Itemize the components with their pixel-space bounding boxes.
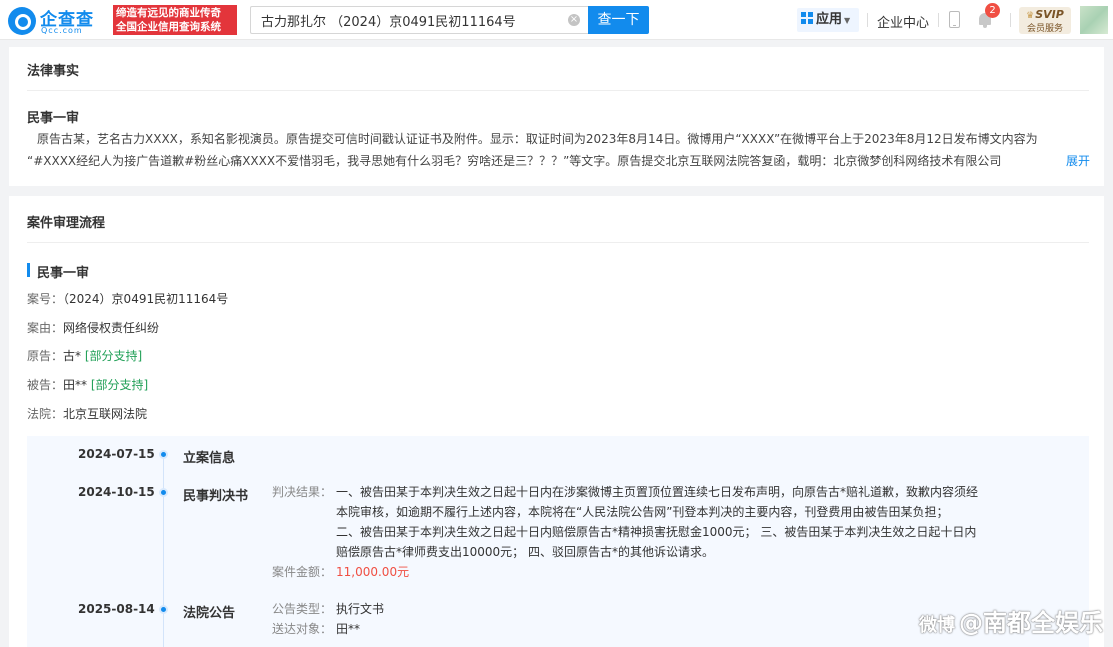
svip-membership-button[interactable]: ♛SVIP 会员服务 bbox=[1019, 7, 1071, 34]
case-amount-value: 11,000.00元 bbox=[336, 565, 410, 579]
judgment-detail: 判决结果： 一、被告田某于本判决生效之日起十日内在涉案微博主页置顶位置连续七日发… bbox=[272, 482, 1016, 582]
judgment-line: 二、被告田某于本判决生效之日起十日内赔偿原告古*精神损害抚慰金1000元； 三、… bbox=[336, 525, 977, 539]
timeline-dot bbox=[159, 605, 168, 614]
court-label: 法院： bbox=[27, 407, 64, 421]
svip-label: SVIP bbox=[1035, 8, 1064, 21]
expand-link[interactable]: 展开 bbox=[1058, 150, 1090, 172]
court-row: 法院：北京互联网法院 bbox=[27, 405, 147, 422]
slogan-banner: 缔造有远见的商业传奇 全国企业信用查询系统 bbox=[113, 5, 237, 35]
svip-sub-label: 会员服务 bbox=[1026, 24, 1063, 34]
announcement-detail: 公告类型： 执行文书 送达对象： 田** bbox=[272, 599, 384, 639]
service-target-row: 送达对象： 田** bbox=[272, 619, 384, 639]
apps-menu-button[interactable]: 应用 ▼ bbox=[797, 8, 859, 32]
cause-row: 案由：网络侵权责任纠纷 bbox=[27, 319, 159, 336]
timeline-line bbox=[163, 458, 164, 647]
divider bbox=[1010, 13, 1011, 27]
top-navigation-bar: 企查查 Qcc.com 缔造有远见的商业传奇 全国企业信用查询系统 × 查一下 … bbox=[0, 0, 1113, 40]
crown-icon: ♛ bbox=[1026, 11, 1035, 21]
timeline-date: 2025-08-14 bbox=[78, 602, 155, 616]
case-number-row: 案号：（2024）京0491民初11164号 bbox=[27, 290, 228, 307]
timeline-title: 立案信息 bbox=[183, 451, 236, 466]
defendant-name: 田** bbox=[63, 378, 88, 392]
caret-down-icon: ▼ bbox=[844, 16, 851, 25]
enterprise-center-link[interactable]: 企业中心 bbox=[877, 12, 929, 31]
logo-domain: Qcc.com bbox=[41, 26, 83, 35]
weibo-icon: 微博 bbox=[919, 615, 955, 636]
search-input[interactable] bbox=[251, 7, 551, 33]
plaintiff-label: 原告： bbox=[27, 349, 64, 363]
divider bbox=[27, 90, 1089, 91]
qcc-logo-icon bbox=[8, 7, 36, 35]
legal-facts-title: 法律事实 bbox=[27, 64, 80, 79]
case-process-title: 案件审理流程 bbox=[27, 216, 106, 231]
cause-value: 网络侵权责任纠纷 bbox=[63, 321, 160, 335]
apps-label: 应用 bbox=[816, 12, 843, 27]
divider bbox=[27, 242, 1089, 243]
search-box: × bbox=[250, 6, 588, 34]
case-amount-row: 案件金额： 11,000.00元 bbox=[272, 562, 1016, 582]
case-process-card: 案件审理流程 民事一审 案号：（2024）京0491民初11164号 案由：网络… bbox=[9, 196, 1104, 647]
announcement-type-row: 公告类型： 执行文书 bbox=[272, 599, 384, 619]
qcc-logo[interactable]: 企查查 Qcc.com bbox=[8, 5, 108, 35]
judgment-result-text: 一、被告田某于本判决生效之日起十日内在涉案微博主页置顶位置连续七日发布声明，向原… bbox=[336, 482, 1016, 562]
judgment-result-row: 判决结果： 一、被告田某于本判决生效之日起十日内在涉案微博主页置顶位置连续七日发… bbox=[272, 482, 1016, 562]
plaintiff-support-tag[interactable]: [部分支持] bbox=[85, 349, 142, 363]
fact-line-2: “#XXXX经纪人为接广告道歉#粉丝心痛XXXX不爱惜羽毛，我寻思她有什么羽毛？… bbox=[27, 154, 1002, 168]
judgment-line: 本院审核，如逾期不履行上述内容，本院将在“人民法院公告网”刊登本判决的主要内容，… bbox=[336, 505, 949, 519]
cause-label: 案由： bbox=[27, 321, 64, 335]
announcement-type-value: 执行文书 bbox=[336, 602, 385, 616]
judgment-line: 赔偿原告古*律师费支出10000元； 四、驳回原告古*的其他诉讼请求。 bbox=[336, 545, 714, 559]
fact-row-2: “#XXXX经纪人为接广告道歉#粉丝心痛XXXX不爱惜羽毛，我寻思她有什么羽毛？… bbox=[27, 150, 1090, 172]
search-button[interactable]: 查一下 bbox=[588, 6, 649, 34]
legal-facts-text: 原告古某，艺名古力XXXX，系知名影视演员。原告提交可信时间戳认证证书及附件。显… bbox=[27, 128, 1090, 172]
legal-facts-card: 法律事实 民事一审 原告古某，艺名古力XXXX，系知名影视演员。原告提交可信时间… bbox=[9, 47, 1104, 186]
first-instance-heading: 民事一审 bbox=[27, 262, 89, 281]
timeline-dot bbox=[159, 450, 168, 459]
defendant-support-tag[interactable]: [部分支持] bbox=[91, 378, 148, 392]
slogan-line-1: 缔造有远见的商业传奇 bbox=[116, 7, 221, 19]
timeline-date: 2024-07-15 bbox=[78, 447, 155, 461]
divider bbox=[867, 13, 868, 27]
case-number: （2024）京0491民初11164号 bbox=[63, 292, 229, 306]
plaintiff-name: 古* bbox=[63, 349, 82, 363]
user-avatar[interactable] bbox=[1080, 6, 1108, 34]
weibo-watermark: 微博 @南都全娱乐 bbox=[919, 603, 1103, 638]
watermark-text: @南都全娱乐 bbox=[959, 609, 1103, 637]
defendant-label: 被告： bbox=[27, 378, 64, 392]
defendant-row: 被告：田** [部分支持] bbox=[27, 376, 148, 393]
judgment-line: 一、被告田某于本判决生效之日起十日内在涉案微博主页置顶位置连续七日发布声明，向原… bbox=[336, 485, 979, 499]
announcement-type-label: 公告类型： bbox=[272, 602, 333, 616]
timeline-date: 2024-10-15 bbox=[78, 485, 155, 499]
service-target-value: 田** bbox=[336, 622, 361, 636]
plaintiff-row: 原告：古* [部分支持] bbox=[27, 347, 142, 364]
svip-label-row: ♛SVIP bbox=[1019, 8, 1071, 23]
timeline-title: 法院公告 bbox=[183, 606, 236, 621]
divider bbox=[938, 13, 939, 27]
timeline-dot bbox=[159, 488, 168, 497]
fact-line-1: 原告古某，艺名古力XXXX，系知名影视演员。原告提交可信时间戳认证证书及附件。显… bbox=[37, 132, 1038, 146]
bell-clapper bbox=[983, 25, 987, 28]
slogan-line-2: 全国企业信用查询系统 bbox=[116, 21, 221, 33]
notification-badge: 2 bbox=[985, 3, 1000, 18]
service-target-label: 送达对象： bbox=[272, 622, 333, 636]
judgment-result-label: 判决结果： bbox=[272, 485, 333, 499]
mobile-app-icon[interactable] bbox=[949, 11, 960, 28]
legal-facts-subtitle: 民事一审 bbox=[27, 111, 80, 126]
case-number-label: 案号： bbox=[27, 292, 64, 306]
clear-search-icon[interactable]: × bbox=[568, 14, 580, 26]
timeline-title: 民事判决书 bbox=[183, 489, 249, 504]
court-name: 北京互联网法院 bbox=[63, 407, 148, 421]
grid-icon bbox=[801, 12, 813, 24]
case-amount-label: 案件金额： bbox=[272, 565, 333, 579]
